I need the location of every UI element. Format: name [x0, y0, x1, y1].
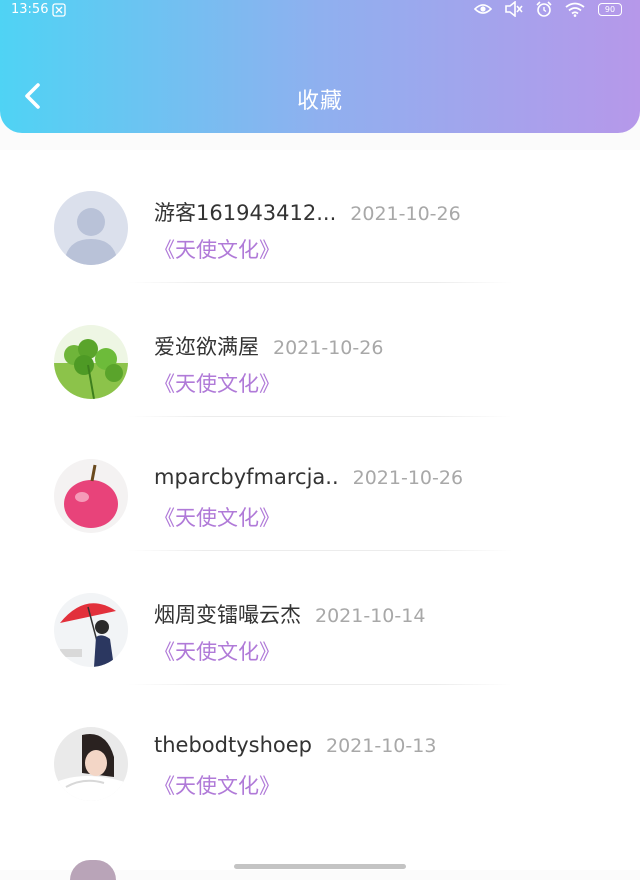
status-bar: 13:56 90: [0, 0, 640, 22]
wifi-icon: [565, 2, 585, 17]
eye-icon: [474, 4, 492, 14]
list-item[interactable]: 烟周变镭嘬云杰 2021-10-14 《天使文化》: [0, 552, 640, 686]
book-title-link[interactable]: 《天使文化》: [154, 368, 280, 398]
notification-icon: [52, 3, 66, 17]
book-title-link[interactable]: 《天使文化》: [154, 636, 280, 666]
page-title: 收藏: [296, 89, 343, 114]
book-title-link[interactable]: 《天使文化》: [154, 234, 280, 264]
user-avatar[interactable]: [54, 325, 128, 399]
divider: [128, 282, 512, 283]
divider: [128, 684, 512, 685]
book-title-link[interactable]: 《天使文化》: [154, 770, 280, 800]
user-name: 烟周变镭嘬云杰: [154, 603, 301, 627]
mute-icon: [505, 1, 523, 17]
user-avatar[interactable]: [54, 727, 128, 801]
favorite-date: 2021-10-26: [350, 203, 461, 225]
home-indicator[interactable]: [234, 864, 406, 869]
default-person-icon: [54, 191, 128, 265]
favorite-date: 2021-10-13: [325, 735, 437, 757]
list-item[interactable]: thebodtyshoep 2021-10-13 《天使文化》: [0, 686, 640, 820]
apple-image: [54, 459, 128, 533]
favorites-list: 游客161943412... 2021-10-26 《天使文化》 爱迩欲满屋 202…: [0, 150, 640, 870]
user-avatar[interactable]: [54, 459, 128, 533]
user-avatar[interactable]: [54, 191, 128, 265]
clover-image: [54, 325, 128, 399]
list-item[interactable]: 游客161943412... 2021-10-26 《天使文化》: [0, 150, 640, 284]
header-bar: 13:56 90 收藏: [0, 0, 640, 133]
alarm-icon: [536, 1, 552, 17]
favorite-date: 2021-10-26: [273, 337, 384, 359]
favorite-date: 2021-10-14: [315, 605, 426, 627]
divider: [128, 416, 512, 417]
favorite-date: 2021-10-26: [352, 467, 464, 489]
umbrella-girl-image: [54, 593, 128, 667]
battery-icon: 90: [598, 2, 622, 16]
list-item[interactable]: 爱迩欲满屋 2021-10-26 《天使文化》: [0, 284, 640, 418]
user-name: 游客161943412...: [154, 201, 337, 225]
user-name: 爱迩欲满屋: [154, 335, 259, 359]
book-title-link[interactable]: 《天使文化》: [154, 502, 280, 532]
list-item[interactable]: mparcbyfmarcja.. 2021-10-26 《天使文化》: [0, 418, 640, 552]
user-name: thebodtyshoep: [154, 733, 312, 757]
resting-girl-image: [54, 727, 128, 801]
divider: [128, 550, 512, 551]
user-avatar[interactable]: [54, 593, 128, 667]
status-time: 13:56: [11, 2, 49, 17]
user-name: mparcbyfmarcja..: [154, 465, 339, 489]
